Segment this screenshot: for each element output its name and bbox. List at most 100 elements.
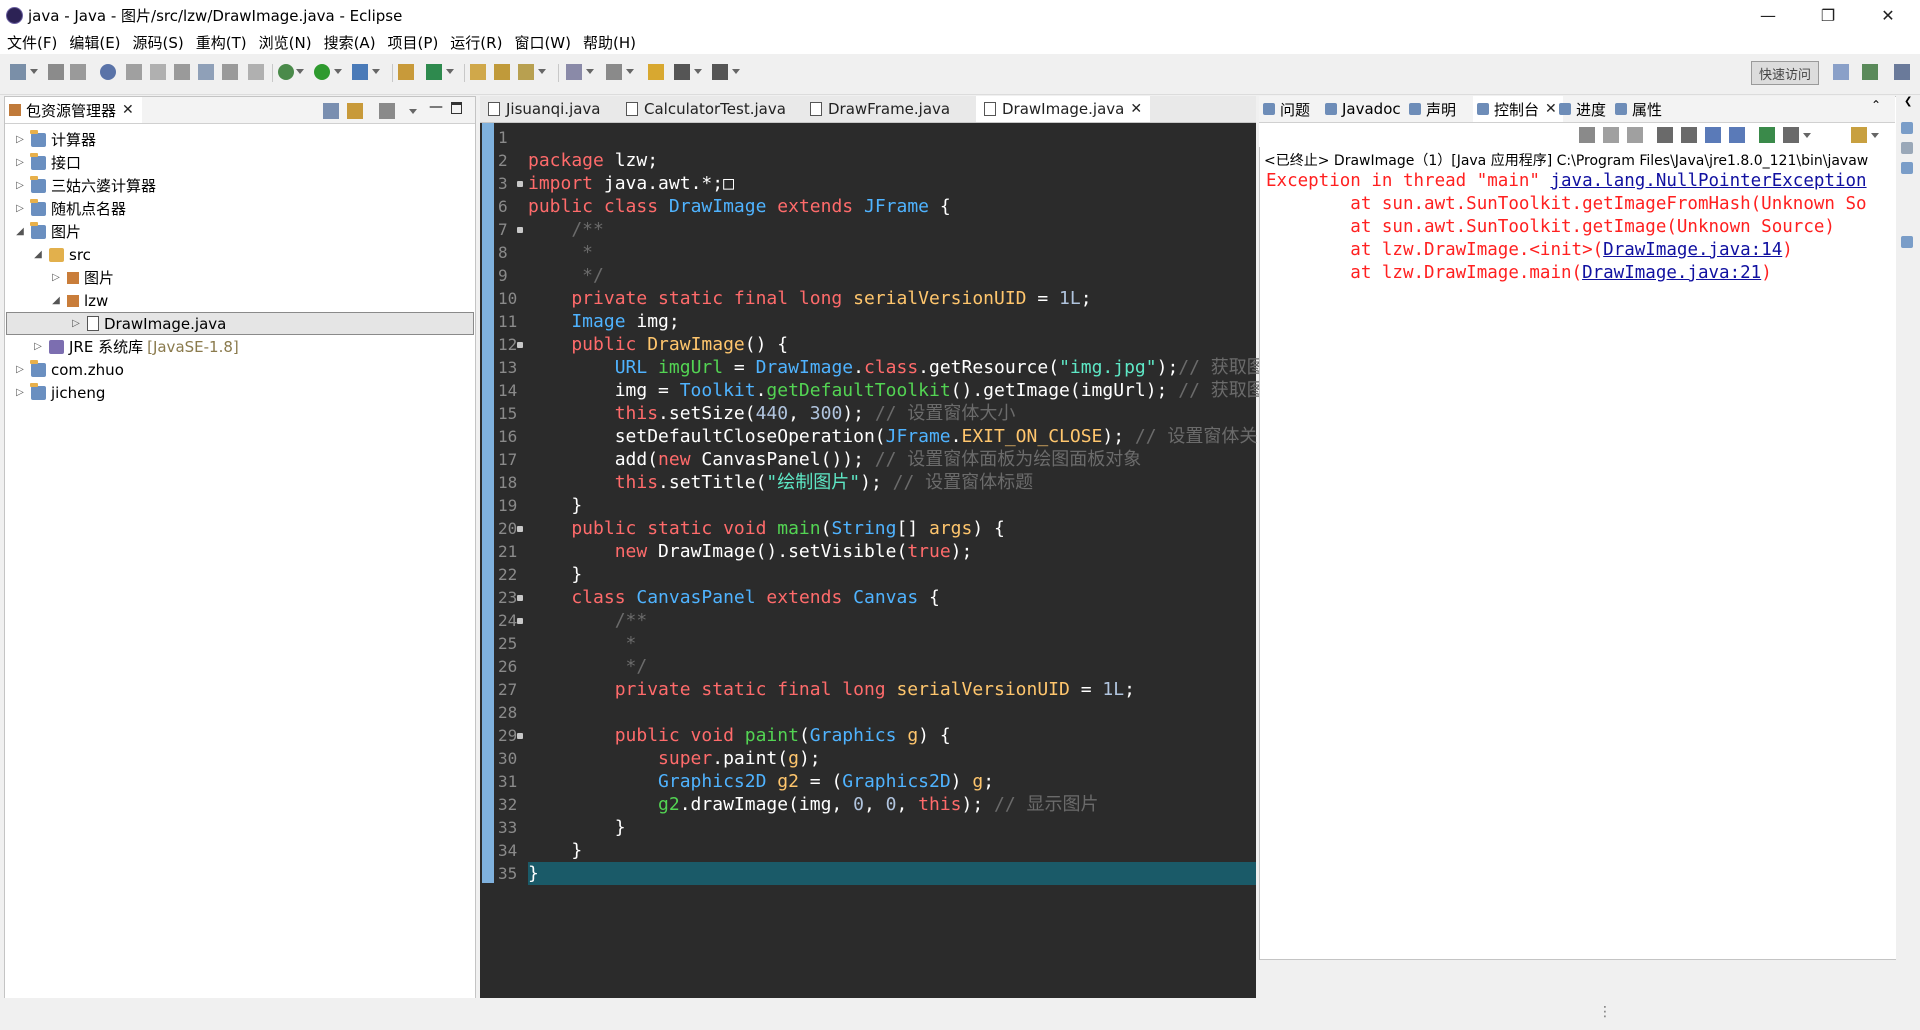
code-line[interactable]: } [528,839,582,862]
back-icon[interactable] [674,64,690,80]
fold-toggle-icon[interactable] [517,342,523,348]
display-console-icon[interactable] [1783,127,1799,143]
minimize-view-icon[interactable]: — [429,99,443,115]
new-class-dropdown-icon[interactable] [446,69,454,74]
menu-item[interactable]: 浏览(N) [252,32,317,53]
console-link[interactable]: DrawImage.java:14 [1603,240,1782,260]
code-line[interactable]: */ [528,655,648,678]
toggle-icon[interactable]: ▷ [33,341,43,352]
debug-icon[interactable] [278,64,294,80]
search-icon[interactable] [518,64,534,80]
minimize-button[interactable]: — [1740,0,1796,30]
code-line[interactable]: private static final long serialVersionU… [528,287,1091,310]
console-tab[interactable]: 进度 [1559,96,1606,122]
forward-icon[interactable] [712,64,728,80]
code-line[interactable]: } [528,563,582,586]
code-line[interactable]: setDefaultCloseOperation(JFrame.EXIT_ON_… [528,425,1276,448]
new-console-dropdown-icon[interactable] [1871,133,1879,138]
last-edit-icon[interactable] [648,64,664,80]
menu-item[interactable]: 窗口(W) [507,32,576,53]
console-tab[interactable]: 问题 [1263,96,1310,122]
tree-item[interactable]: ◢ src [5,243,503,266]
tree-item[interactable]: ▷ JRE 系统库 [JavaSE-1.8] [5,335,503,358]
view-menu-icon[interactable] [409,109,417,114]
code-line[interactable]: } [528,862,539,885]
toggle-icon[interactable]: ▷ [15,157,25,168]
save-icon[interactable] [48,64,64,80]
toggle-icon[interactable]: ▷ [15,364,25,375]
close-icon[interactable]: ✕ [1130,101,1142,117]
java-perspective-icon[interactable] [1862,64,1878,80]
open-perspective-icon[interactable] [1833,64,1849,80]
fold-toggle-icon[interactable] [517,618,523,624]
debug-dropdown-icon[interactable] [296,69,304,74]
console-line[interactable]: at sun.awt.SunToolkit.getImageFromHash(U… [1266,193,1894,216]
menu-item[interactable]: 搜索(A) [317,32,381,53]
close-icon[interactable]: ✕ [122,102,134,118]
console-link[interactable]: DrawImage.java:21 [1582,263,1761,283]
code-line[interactable]: * [528,241,593,264]
restore-button[interactable]: ❐ [1800,0,1856,30]
console-line[interactable]: Exception in thread "main" java.lang.Nul… [1266,170,1894,193]
code-line[interactable]: public class DrawImage extends JFrame { [528,195,951,218]
debug-perspective-icon[interactable] [1894,64,1910,80]
restore-trim-icon[interactable] [1901,162,1913,174]
tree-item[interactable]: ▷ com.zhuo [5,358,485,381]
show-stdout-icon[interactable] [1705,127,1721,143]
minimize-view-icon[interactable]: ⌃ [1871,98,1881,112]
menu-item[interactable]: 运行(R) [443,32,507,53]
show-stderr-icon[interactable] [1729,127,1745,143]
editor-tab[interactable]: DrawFrame.java [810,96,950,122]
code-line[interactable]: import java.awt.*;□ [528,172,734,195]
outline-icon[interactable] [150,64,166,80]
tree-item[interactable]: ▷ 随机点名器 [5,197,485,220]
fold-toggle-icon[interactable] [517,227,523,233]
tree-item[interactable]: ▷ DrawImage.java [6,312,474,335]
toggle-mark-icon[interactable] [198,64,214,80]
close-window-button[interactable]: ✕ [1860,0,1916,30]
code-line[interactable]: Graphics2D g2 = (Graphics2D) g; [528,770,994,793]
menu-item[interactable]: 编辑(E) [62,32,125,53]
prev-annotation-icon[interactable] [606,64,622,80]
run-icon[interactable] [314,64,330,80]
close-icon[interactable]: ✕ [1545,101,1557,117]
menu-item[interactable]: 重构(T) [189,32,252,53]
remove-launch-icon[interactable] [1603,127,1619,143]
trim-minimize-icon[interactable]: ❮ [1904,96,1912,107]
new-console-icon[interactable] [1851,127,1867,143]
editor-tab[interactable]: CalculatorTest.java [626,96,786,122]
code-line[interactable]: super.paint(g); [528,747,821,770]
toggle-icon[interactable]: ◢ [51,295,61,306]
code-line[interactable]: new DrawImage().setVisible(true); [528,540,973,563]
code-line[interactable]: private static final long serialVersionU… [528,678,1135,701]
code-line[interactable]: this.setSize(440, 300); // 设置窗体大小 [528,402,1016,425]
tree-item[interactable]: ▷ 图片 [5,266,521,289]
toggle-icon[interactable]: ◢ [15,226,25,237]
new-dropdown-icon[interactable] [30,69,38,74]
toggle-icon[interactable]: ▷ [15,203,25,214]
focus-task-icon[interactable] [379,103,395,119]
new-java-project-icon[interactable] [398,64,414,80]
code-line[interactable]: } [528,494,582,517]
fold-toggle-icon[interactable] [517,595,523,601]
code-line[interactable]: public void paint(Graphics g) { [528,724,951,747]
open-task-icon[interactable] [494,64,510,80]
scroll-lock-icon[interactable] [1657,127,1673,143]
collapse-all-icon[interactable] [323,103,339,119]
pin-console-icon[interactable] [1759,127,1775,143]
annotation-icon[interactable] [566,64,582,80]
toggle-icon[interactable]: ▷ [71,318,81,329]
code-line[interactable]: */ [528,264,604,287]
tree-item[interactable]: ◢ 图片 [5,220,485,243]
tree-item[interactable]: ▷ jicheng [5,381,485,404]
toggle-icon[interactable]: ▷ [15,387,25,398]
code-line[interactable]: public DrawImage() { [528,333,788,356]
code-line[interactable]: /** [528,609,648,632]
console-tab[interactable]: 控制台 ✕ [1473,96,1563,122]
console-tab[interactable]: 声明 [1409,96,1456,122]
edit-icon[interactable] [174,64,190,80]
forward-dropdown-icon[interactable] [732,69,740,74]
terminal-icon[interactable] [126,64,142,80]
code-line[interactable]: class CanvasPanel extends Canvas { [528,586,940,609]
block-select-icon[interactable] [222,64,238,80]
